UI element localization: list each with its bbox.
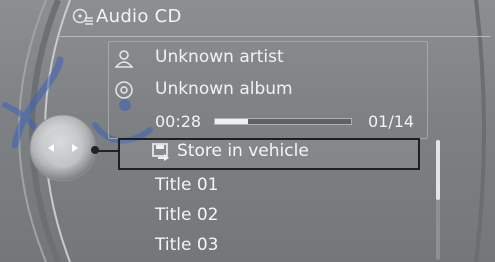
header-divider: [60, 36, 490, 37]
save-to-vehicle-icon: [152, 143, 169, 161]
controller-knob-icon: [29, 114, 97, 182]
playback-progress-bar: [214, 118, 352, 125]
elapsed-time: 00:28: [155, 112, 202, 131]
idrive-screen: Audio CD Unknown artist Unknown album 00…: [0, 0, 495, 262]
selection-pointer-line: [96, 150, 120, 152]
list-scrollbar-thumb[interactable]: [436, 140, 440, 200]
album-name: Unknown album: [155, 79, 293, 99]
person-icon: [114, 50, 134, 68]
cd-eject-icon: [72, 8, 93, 25]
track-counter: 01/14: [368, 112, 415, 131]
list-item-title-01[interactable]: Title 01: [155, 175, 218, 195]
page-title: Audio CD: [96, 6, 182, 27]
artist-name: Unknown artist: [155, 47, 284, 67]
list-scrollbar[interactable]: [436, 140, 440, 260]
disc-icon: [115, 81, 133, 99]
store-in-vehicle-label: Store in vehicle: [177, 141, 309, 161]
playback-progress-fill: [215, 119, 248, 124]
screen-header: Audio CD: [72, 6, 182, 27]
list-item-title-02[interactable]: Title 02: [155, 205, 218, 225]
list-item-title-03[interactable]: Title 03: [155, 235, 218, 255]
